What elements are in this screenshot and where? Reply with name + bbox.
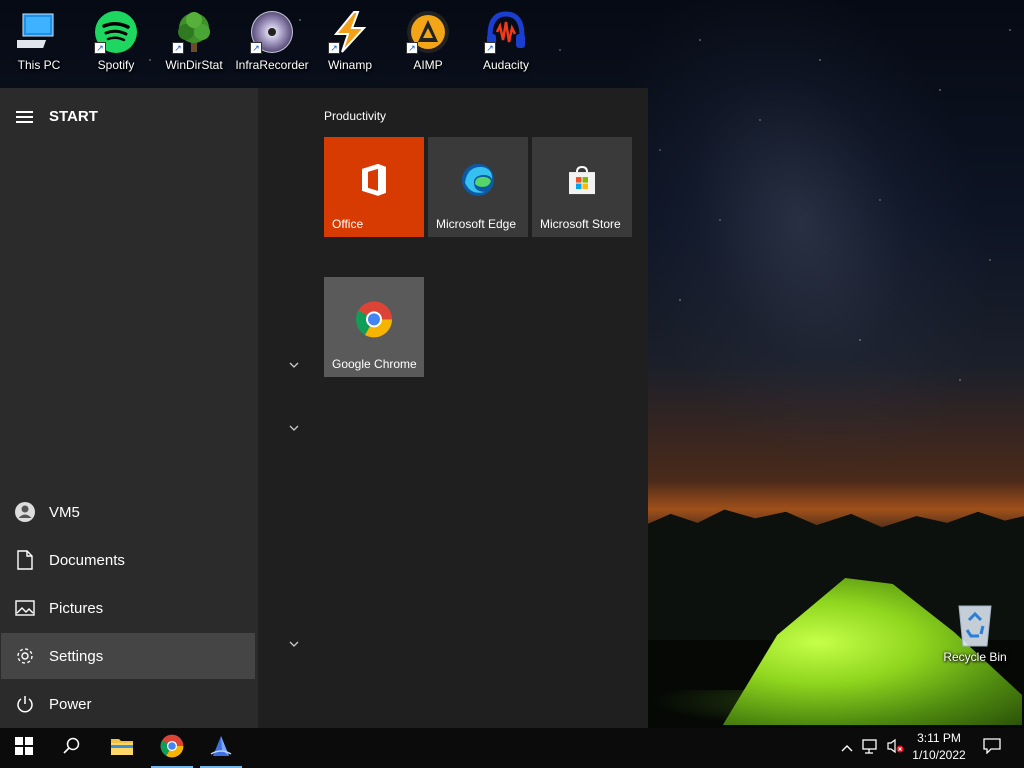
recycle-bin-icon: [951, 600, 999, 648]
start-menu-nav-pane: START VM5 Documents Pictures Settings Po…: [0, 88, 258, 728]
desktop-icon-this-pc[interactable]: This PC: [0, 8, 78, 72]
tile-group-title[interactable]: Productivity: [324, 109, 386, 123]
windirstat-icon: ↗: [170, 8, 218, 56]
audacity-icon: ↗: [482, 8, 530, 56]
clock-time: 3:11 PM: [917, 731, 961, 745]
volume-tray-button[interactable]: [884, 728, 906, 768]
windows-logo-icon: [15, 736, 33, 760]
desktop-icon-label: WinDirStat: [165, 58, 223, 72]
taskbar-app[interactable]: [197, 728, 245, 768]
nav-item-power[interactable]: Power: [1, 681, 255, 727]
nav-item-pictures[interactable]: Pictures: [1, 585, 255, 631]
action-center-button[interactable]: [978, 728, 1006, 768]
tile-microsoft-store[interactable]: Microsoft Store: [532, 137, 632, 237]
desktop-icon-label: AIMP: [413, 58, 443, 72]
desktop-icon-label: This PC: [17, 58, 61, 72]
nav-item-documents[interactable]: Documents: [1, 537, 255, 583]
shortcut-arrow-icon: ↗: [94, 42, 106, 54]
nav-item-label: Pictures: [49, 599, 104, 617]
desktop-icon-label: Winamp: [327, 58, 372, 72]
aimp-icon: ↗: [404, 8, 452, 56]
nav-item-label: VM5: [49, 503, 80, 521]
taskbar-clock[interactable]: 3:11 PM 1/10/2022: [906, 730, 972, 764]
tile-office[interactable]: Office: [324, 137, 424, 237]
chevron-down-icon[interactable]: [288, 422, 300, 434]
nav-item-label: Documents: [49, 551, 125, 569]
spotify-icon: ↗: [92, 8, 140, 56]
office-icon: [358, 163, 390, 202]
search-icon: [63, 737, 81, 760]
app-icon: [209, 734, 233, 763]
desktop-icon-spotify[interactable]: ↗ Spotify: [77, 8, 155, 72]
chrome-icon: [160, 734, 184, 763]
chevron-up-icon: [841, 739, 853, 757]
chevron-down-icon[interactable]: [288, 359, 300, 371]
start-menu-header[interactable]: START: [16, 108, 98, 125]
nav-item-label: Power: [49, 695, 92, 713]
pictures-icon: [1, 600, 49, 616]
desktop-icon-label: InfraRecorder: [235, 58, 309, 72]
show-hidden-icons-button[interactable]: [838, 728, 856, 768]
desktop-icon-label: Audacity: [482, 58, 530, 72]
clock-date: 1/10/2022: [912, 748, 966, 762]
network-icon: [862, 738, 880, 759]
taskbar: 3:11 PM 1/10/2022: [0, 728, 1024, 768]
tile-google-chrome[interactable]: Google Chrome: [324, 277, 424, 377]
tile-label: Microsoft Store: [540, 217, 621, 231]
taskbar-file-explorer[interactable]: [98, 728, 146, 768]
folder-icon: [110, 736, 134, 761]
search-button[interactable]: [48, 728, 96, 768]
tile-microsoft-edge[interactable]: Microsoft Edge: [428, 137, 528, 237]
volume-muted-icon: [886, 738, 904, 759]
notification-icon: [983, 737, 1001, 759]
hamburger-menu-icon: [16, 110, 33, 123]
store-icon: [566, 164, 598, 201]
nav-item-label: Settings: [49, 647, 104, 665]
start-menu-title: START: [49, 108, 98, 125]
nav-item-settings[interactable]: Settings: [1, 633, 255, 679]
edge-icon: [461, 163, 495, 202]
desktop-icon-aimp[interactable]: ↗ AIMP: [389, 8, 467, 72]
desktop-icon-label: Recycle Bin: [943, 650, 1007, 664]
tile-label: Office: [332, 217, 364, 231]
document-icon: [1, 550, 49, 570]
computer-icon: [15, 8, 63, 56]
desktop-icon-infrarecorder[interactable]: ↗ InfraRecorder: [233, 8, 311, 72]
shortcut-arrow-icon: ↗: [328, 42, 340, 54]
desktop-icon-windirstat[interactable]: ↗ WinDirStat: [155, 8, 233, 72]
chrome-icon: [355, 300, 393, 343]
tile-label: Microsoft Edge: [436, 217, 517, 231]
start-button[interactable]: [0, 728, 48, 768]
desktop-icon-label: Spotify: [97, 58, 135, 72]
gear-icon: [1, 646, 49, 666]
power-icon: [1, 695, 49, 713]
desktop-icon-winamp[interactable]: ↗ Winamp: [311, 8, 389, 72]
shortcut-arrow-icon: ↗: [250, 42, 262, 54]
desktop-icon-recycle-bin[interactable]: Recycle Bin: [938, 600, 1012, 664]
nav-item-user[interactable]: VM5: [1, 489, 255, 535]
winamp-icon: ↗: [326, 8, 374, 56]
shortcut-arrow-icon: ↗: [484, 42, 496, 54]
shortcut-arrow-icon: ↗: [406, 42, 418, 54]
network-tray-button[interactable]: [860, 728, 882, 768]
tile-label: Google Chrome: [332, 357, 417, 371]
desktop-icon-audacity[interactable]: ↗ Audacity: [467, 8, 545, 72]
shortcut-arrow-icon: ↗: [172, 42, 184, 54]
taskbar-google-chrome[interactable]: [148, 728, 196, 768]
chevron-down-icon[interactable]: [288, 638, 300, 650]
infrarecorder-icon: ↗: [248, 8, 296, 56]
user-avatar-icon: [1, 501, 49, 523]
